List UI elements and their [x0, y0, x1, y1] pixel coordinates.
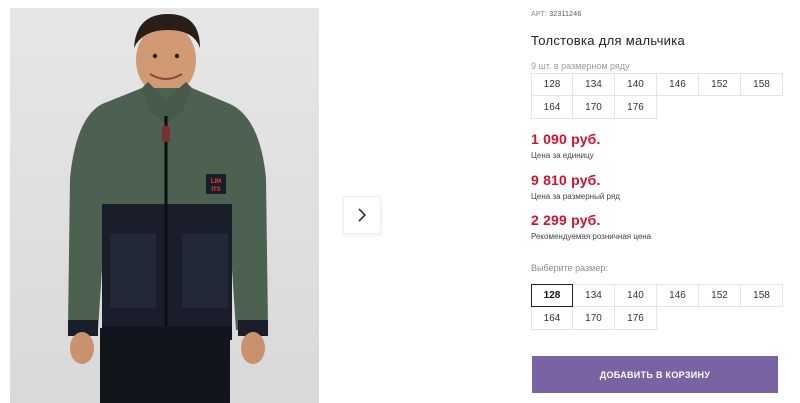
size-option[interactable]: 170 [573, 307, 615, 330]
pack-size-cell: 170 [573, 96, 615, 119]
size-option[interactable]: 152 [699, 284, 741, 307]
patch-text-bottom: ITS [211, 187, 220, 193]
next-image-button[interactable] [343, 196, 381, 234]
pack-size-cell: 164 [531, 96, 573, 119]
pack-size-cell: 146 [657, 73, 699, 96]
article-number: АРТ: 32311246 [531, 11, 581, 18]
unit-price-label: Цена за единицу [531, 151, 594, 160]
pack-size-cell: 158 [741, 73, 783, 96]
pack-size-cell: 176 [615, 96, 657, 119]
size-option[interactable]: 164 [531, 307, 573, 330]
choose-size-label: Выберите размер: [531, 263, 608, 273]
boy-in-fleece-jacket-image: LIM ITS [68, 14, 268, 403]
pack-size-cell: 128 [531, 73, 573, 96]
pack-size-cell: 134 [573, 73, 615, 96]
retail-price: 2 299 руб. [531, 212, 601, 228]
product-photo[interactable]: LIM ITS [10, 8, 319, 403]
size-option[interactable]: 134 [573, 284, 615, 307]
size-option[interactable]: 176 [615, 307, 657, 330]
pack-price-label: Цена за размерный ряд [531, 192, 620, 201]
article-value: 32311246 [549, 11, 582, 18]
size-selector: 128 134 140 146 152 158 164 170 176 [531, 284, 783, 330]
pack-size-cell: 140 [615, 73, 657, 96]
size-option[interactable]: 158 [741, 284, 783, 307]
pack-size-note: 9 шт. в размерном ряду [531, 61, 630, 71]
pack-size-grid: 128 134 140 146 152 158 164 170 176 [531, 73, 783, 119]
chevron-right-icon [358, 208, 367, 222]
size-option[interactable]: 146 [657, 284, 699, 307]
unit-price: 1 090 руб. [531, 131, 601, 147]
retail-price-label: Рекомендуемая розничная цена [531, 232, 652, 241]
add-to-cart-button[interactable]: ДОБАВИТЬ В КОРЗИНУ [532, 356, 778, 393]
patch-text-top: LIM [211, 179, 221, 185]
pack-price: 9 810 руб. [531, 172, 601, 188]
size-option-selected[interactable]: 128 [531, 284, 573, 307]
size-option[interactable]: 140 [615, 284, 657, 307]
product-title: Толстовка для мальчика [531, 33, 686, 48]
pack-size-cell: 152 [699, 73, 741, 96]
article-label: АРТ: [531, 11, 548, 18]
product-gallery: LIM ITS [0, 0, 512, 403]
